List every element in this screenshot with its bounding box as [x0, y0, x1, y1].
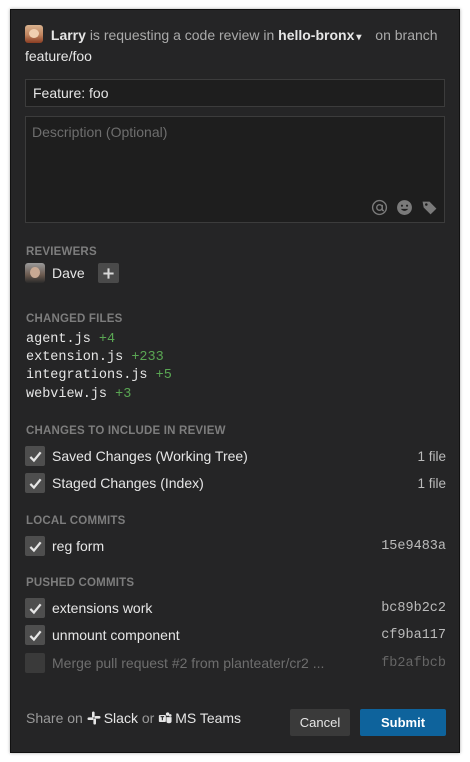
commit-sha[interactable]: fb2afbcb — [381, 656, 446, 671]
include-checkbox[interactable] — [25, 446, 45, 466]
changed-files-list: agent.js +4 extension.js +233 integratio… — [26, 331, 172, 404]
review-title-input[interactable] — [25, 79, 445, 107]
commit-row: Merge pull request #2 from planteater/cr… — [25, 653, 446, 673]
changed-file-item[interactable]: agent.js +4 — [26, 331, 172, 349]
requester-avatar — [25, 25, 43, 43]
submit-button[interactable]: Submit — [360, 709, 446, 736]
repo-selector[interactable]: hello-bronx ▾ — [278, 27, 371, 43]
file-name: integrations.js — [26, 368, 148, 384]
file-added-lines: +3 — [115, 386, 132, 402]
pushed-commits-heading: PUSHED COMMITS — [26, 577, 135, 589]
share-on-text: Share on — [26, 710, 83, 726]
slack-label: Slack — [103, 710, 138, 726]
code-review-panel: Larry is requesting a code review in hel… — [10, 9, 460, 753]
description-toolbar — [371, 199, 438, 216]
file-name: agent.js — [26, 332, 91, 347]
commit-message: reg form — [52, 538, 105, 554]
changed-file-item[interactable]: extension.js +233 — [26, 349, 172, 367]
commit-checkbox[interactable] — [25, 653, 45, 673]
change-set-label: Staged Changes (Index) — [52, 475, 204, 491]
commit-message: Merge pull request #2 from planteater/cr… — [52, 655, 325, 671]
share-ms-teams-link[interactable]: MS Teams — [158, 710, 241, 726]
ms-teams-icon — [158, 711, 172, 725]
commit-checkbox[interactable] — [25, 598, 45, 618]
cancel-button[interactable]: Cancel — [290, 709, 350, 736]
include-checkbox[interactable] — [25, 473, 45, 493]
commit-sha[interactable]: 15e9483a — [381, 539, 446, 554]
file-added-lines: +5 — [155, 368, 172, 384]
commit-row: unmount component cf9ba117 — [25, 625, 446, 645]
commit-checkbox[interactable] — [25, 536, 45, 556]
ms-teams-label: MS Teams — [175, 710, 242, 726]
commit-checkbox[interactable] — [25, 625, 45, 645]
checkmark-icon — [29, 603, 42, 614]
changes-to-include-heading: CHANGES TO INCLUDE IN REVIEW — [26, 425, 226, 437]
change-set-row: Saved Changes (Working Tree) 1 file — [25, 446, 446, 466]
checkmark-icon — [29, 541, 42, 552]
add-reviewer-button[interactable] — [97, 263, 119, 283]
commit-row: extensions work bc89b2c2 — [25, 598, 446, 618]
on-branch-text: on branch — [375, 27, 438, 43]
checkmark-icon — [29, 478, 42, 489]
file-name: extension.js — [26, 350, 124, 366]
description-box — [25, 116, 445, 223]
commit-message: extensions work — [52, 600, 153, 616]
slack-icon — [87, 711, 101, 725]
or-text: or — [141, 710, 155, 726]
reviewer-item: Dave — [25, 263, 119, 283]
commit-message: unmount component — [52, 627, 180, 643]
reviewer-avatar — [25, 263, 45, 283]
branch-name: feature/foo — [25, 48, 92, 64]
commit-row: reg form 15e9483a — [25, 536, 446, 556]
checkmark-icon — [29, 451, 42, 462]
checkmark-icon — [29, 630, 42, 641]
file-name: webview.js — [26, 386, 108, 402]
share-options: Share on Slack or MS Teams — [26, 710, 241, 726]
plus-icon — [103, 267, 114, 279]
file-added-lines: +4 — [98, 332, 116, 347]
change-set-count: 1 file — [417, 475, 446, 491]
changed-file-item[interactable]: integrations.js +5 — [26, 367, 172, 385]
requester-name: Larry — [50, 27, 86, 43]
share-slack-link[interactable]: Slack — [87, 710, 138, 726]
commit-sha[interactable]: cf9ba117 — [381, 628, 446, 643]
changed-file-item[interactable]: webview.js +3 — [26, 386, 172, 404]
change-set-count: 1 file — [417, 448, 446, 464]
reviewers-heading: REVIEWERS — [26, 246, 97, 258]
tag-icon[interactable] — [421, 199, 438, 216]
changed-files-heading: CHANGED FILES — [26, 313, 123, 325]
repo-name: hello-bronx — [278, 27, 355, 43]
requesting-text: is requesting a code review in — [89, 27, 275, 43]
review-header: Larry is requesting a code review in hel… — [25, 25, 449, 66]
chevron-down-icon: ▾ — [356, 32, 362, 43]
at-mention-icon[interactable] — [371, 199, 388, 216]
change-set-label: Saved Changes (Working Tree) — [52, 448, 248, 464]
commit-sha[interactable]: bc89b2c2 — [381, 601, 446, 616]
emoji-icon[interactable] — [396, 199, 413, 216]
change-set-row: Staged Changes (Index) 1 file — [25, 473, 446, 493]
reviewer-name: Dave — [52, 265, 85, 281]
file-added-lines: +233 — [131, 350, 164, 366]
local-commits-heading: LOCAL COMMITS — [26, 515, 126, 527]
description-input[interactable] — [26, 117, 444, 197]
